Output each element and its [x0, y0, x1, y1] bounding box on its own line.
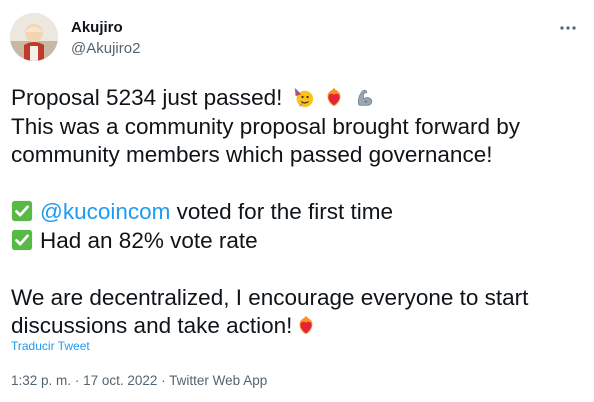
check-mark-button-icon [11, 200, 33, 222]
check-mark-button-icon [11, 229, 33, 250]
tweet-line-1-text: Proposal 5234 just passed! [11, 85, 283, 110]
tweet-line-2: This was a community proposal brought fo… [11, 113, 520, 139]
meta-separator: · [161, 373, 166, 388]
tweet-line-6: We are decentralized, I encourage everyo… [11, 284, 529, 310]
tweet-line-4-text: voted for the first time [170, 199, 393, 224]
tweet-line-7: discussions and take action! [11, 312, 586, 341]
more-options-button[interactable] [556, 18, 580, 38]
tweet-card: Akujiro @Akujiro2 Proposal 5234 just pas… [0, 0, 594, 402]
tweet-line-1: Proposal 5234 just passed! [11, 84, 586, 113]
avatar[interactable] [10, 13, 58, 61]
heart-on-fire-emoji-icon [327, 87, 341, 107]
user-handle[interactable]: @Akujiro2 [71, 40, 140, 57]
meta-separator: · [74, 373, 80, 388]
tweet-time[interactable]: 1:32 p. m. [11, 373, 71, 388]
heart-on-fire-emoji-icon [300, 315, 313, 335]
tweet-line-5: Had an 82% vote rate [11, 227, 586, 256]
tweet-text: Proposal 5234 just passed! This was a co… [11, 84, 586, 341]
tweet-line-5-text: Had an 82% vote rate [40, 227, 258, 253]
tweet-source[interactable]: Twitter Web App [169, 373, 267, 388]
tweet-line-3: community members which passed governanc… [11, 142, 493, 167]
mechanical-arm-emoji-icon [358, 89, 373, 106]
tweet-date[interactable]: 17 oct. 2022 [83, 373, 157, 388]
more-horizontal-icon [560, 26, 576, 30]
tweet-metadata: 1:32 p. m. · 17 oct. 2022 · Twitter Web … [11, 373, 267, 388]
mention-link[interactable]: @kucoincom [40, 199, 170, 224]
display-name[interactable]: Akujiro [71, 19, 123, 36]
tweet-line-4: @kucoincom voted for the first time [11, 198, 586, 227]
translate-tweet-link[interactable]: Traducir Tweet [11, 339, 90, 353]
tweet-line-7-text: discussions and take action! [11, 313, 293, 338]
partying-face-emoji-icon [294, 87, 313, 108]
